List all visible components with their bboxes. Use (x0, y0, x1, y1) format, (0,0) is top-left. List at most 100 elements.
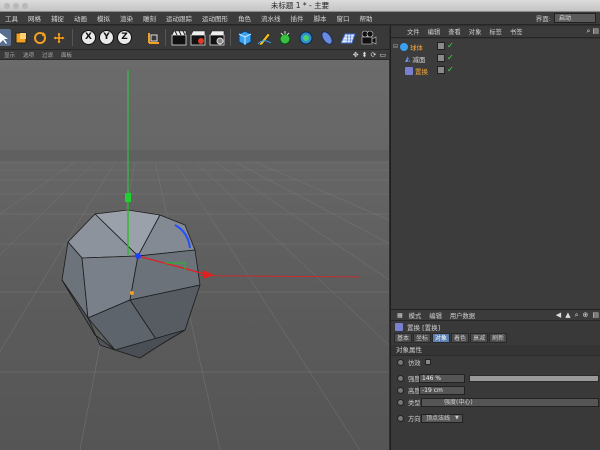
rotate-tool-button[interactable] (31, 29, 48, 46)
search-icon[interactable]: ⌕ (575, 311, 579, 320)
minimize-window-icon[interactable] (13, 3, 19, 9)
menu-pipeline[interactable]: 流水线 (256, 13, 286, 23)
object-row-reduction[interactable]: ◭ 减面 ✓ (391, 53, 600, 64)
cloner-button[interactable] (297, 29, 314, 46)
deformer-button[interactable] (318, 29, 335, 46)
menu-motion-tracking[interactable]: 运动跟踪 (161, 13, 197, 23)
menu-render[interactable]: 渲染 (115, 13, 138, 23)
coordinate-system-button[interactable] (145, 29, 162, 46)
visibility-toggle[interactable] (437, 42, 445, 50)
layout-dropdown[interactable]: 启动 (554, 13, 596, 23)
visibility-toggle[interactable] (437, 66, 445, 74)
keyframe-dot[interactable] (397, 414, 404, 422)
om-menu-object[interactable]: 对象 (465, 27, 486, 36)
environment-button[interactable] (339, 29, 356, 46)
render-view-button[interactable] (170, 29, 187, 46)
strength-slider-fill (470, 375, 598, 381)
camera-button[interactable] (360, 29, 377, 46)
main-toolbar: X Y Z (0, 26, 389, 50)
keyframe-dot[interactable] (397, 358, 404, 366)
search-icon[interactable]: ⌕ (586, 27, 590, 36)
lock-icon[interactable]: ⊕ (583, 311, 589, 320)
attr-menu-edit[interactable]: 编辑 (425, 311, 446, 320)
strength-slider[interactable] (469, 374, 599, 382)
enabled-check-icon[interactable]: ✓ (447, 42, 455, 50)
menu-mesh[interactable]: 网格 (23, 13, 46, 23)
imitate-checkbox[interactable] (424, 359, 431, 365)
menu-animate[interactable]: 动画 (69, 13, 92, 23)
pen-spline-button[interactable] (256, 29, 273, 46)
menu-window[interactable]: 窗口 (332, 13, 355, 23)
height-input[interactable]: -19 cm (419, 385, 465, 395)
visibility-toggle[interactable] (437, 54, 445, 62)
menu-script[interactable]: 脚本 (309, 13, 332, 23)
subdivision-button[interactable] (276, 29, 293, 46)
object-name-sphere[interactable]: 球体 (410, 42, 423, 52)
menu-simulate[interactable]: 模拟 (92, 13, 115, 23)
om-menu-file[interactable]: 文件 (391, 27, 424, 36)
enabled-check-icon[interactable]: ✓ (447, 66, 455, 74)
menu-character[interactable]: 角色 (233, 13, 256, 23)
tab-shading[interactable]: 着色 (451, 333, 470, 343)
displaced-sphere-object[interactable] (61, 209, 201, 359)
pan-icon[interactable]: ✥ (353, 50, 359, 60)
om-menu-tags[interactable]: 标签 (485, 27, 506, 36)
dolly-icon[interactable]: ⬍ (362, 50, 368, 60)
orbit-icon[interactable]: ⟳ (371, 50, 377, 60)
object-z-axis-handle[interactable] (135, 253, 141, 259)
viewport-menu-panel[interactable]: 面板 (57, 51, 76, 59)
z-axis-button[interactable]: Z (116, 29, 133, 46)
keyframe-dot[interactable] (397, 374, 404, 382)
tab-refresh[interactable]: 刷新 (489, 333, 508, 343)
attr-menu-user-data[interactable]: 用户数据 (446, 311, 479, 320)
object-x-axis-arrow[interactable] (203, 270, 214, 279)
back-arrow-icon[interactable]: ◀ (556, 311, 561, 320)
tab-basic[interactable]: 基本 (394, 333, 413, 343)
menu-help[interactable]: 帮助 (355, 13, 378, 23)
om-menu-bookmarks[interactable]: 书签 (506, 27, 527, 36)
tab-object[interactable]: 对象 (432, 333, 451, 343)
zoom-window-icon[interactable] (22, 3, 28, 9)
object-name-displacer[interactable]: 置换 (415, 66, 428, 76)
new-view-icon[interactable]: ▤ (592, 311, 599, 320)
render-settings-button[interactable] (208, 29, 225, 46)
up-arrow-icon[interactable]: ▲ (565, 311, 570, 320)
cube-object-button[interactable] (236, 29, 253, 46)
panel-options-icon[interactable]: ▤ (592, 27, 599, 36)
keyframe-dot[interactable] (397, 398, 404, 406)
scale-tool-button[interactable] (12, 29, 29, 46)
object-name-reduction[interactable]: 减面 (412, 54, 425, 64)
maximize-view-icon[interactable]: ▭ (379, 50, 386, 60)
om-menu-edit[interactable]: 编辑 (424, 27, 445, 36)
type-dropdown[interactable]: 强度(中心) (421, 397, 599, 407)
expand-toggle-icon[interactable]: ⊟ (393, 43, 398, 50)
render-region-button[interactable] (189, 29, 206, 46)
attribute-title: 置换 [置换] (391, 321, 600, 333)
object-row-displacer[interactable]: 置换 ✓ (391, 65, 600, 76)
y-axis-button[interactable]: Y (98, 29, 115, 46)
menu-tools[interactable]: 工具 (0, 13, 23, 23)
grid-icon[interactable]: ▦ (397, 312, 403, 319)
menu-snap[interactable]: 捕捉 (46, 13, 69, 23)
x-axis-button[interactable]: X (80, 29, 97, 46)
move-tool-button[interactable] (50, 29, 67, 46)
viewport-menu-display[interactable]: 显示 (0, 51, 19, 59)
object-row-sphere[interactable]: ⊟ 球体 ✓ (391, 41, 600, 52)
viewport-menu-options[interactable]: 选项 (19, 51, 38, 59)
chevron-down-icon[interactable]: ▼ (455, 415, 459, 421)
close-window-icon[interactable] (4, 3, 10, 9)
attr-menu-mode[interactable]: 模式 (405, 311, 426, 320)
live-select-button[interactable] (0, 29, 11, 46)
keyframe-dot[interactable] (397, 386, 404, 394)
menu-sculpt[interactable]: 雕刻 (138, 13, 161, 23)
tab-coord[interactable]: 坐标 (413, 333, 432, 343)
menu-plugins[interactable]: 插件 (286, 13, 309, 23)
object-y-axis-handle[interactable] (125, 193, 131, 202)
viewport-menu-filter[interactable]: 过滤 (38, 51, 57, 59)
menu-mograph[interactable]: 运动图形 (197, 13, 233, 23)
om-menu-view[interactable]: 查看 (444, 27, 465, 36)
enabled-check-icon[interactable]: ✓ (447, 54, 455, 62)
3d-viewport[interactable] (0, 60, 389, 450)
tab-falloff[interactable]: 衰减 (470, 333, 489, 343)
strength-input[interactable]: 146 % (419, 373, 465, 383)
